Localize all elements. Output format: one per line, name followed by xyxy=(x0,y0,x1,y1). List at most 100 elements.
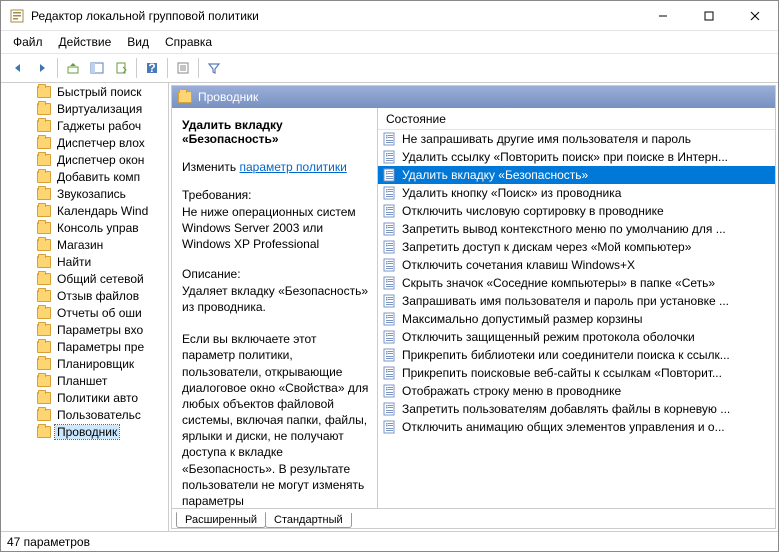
filter-button[interactable] xyxy=(203,57,225,79)
description-label: Описание: xyxy=(182,267,369,281)
policy-item[interactable]: Не запрашивать другие имя пользователя и… xyxy=(378,130,775,148)
folder-icon xyxy=(37,273,51,285)
policy-item[interactable]: Удалить кнопку «Поиск» из проводника xyxy=(378,184,775,202)
tree-item[interactable]: Диспетчер окон xyxy=(1,151,168,168)
policy-item[interactable]: Отключить защищенный режим протокола обо… xyxy=(378,328,775,346)
policy-item[interactable]: Отключить числовую сортировку в проводни… xyxy=(378,202,775,220)
requirements-label: Требования: xyxy=(182,188,369,202)
tree-item[interactable]: Параметры вхо xyxy=(1,321,168,338)
export-button[interactable] xyxy=(110,57,132,79)
tree-item-label: Политики авто xyxy=(55,391,140,405)
tree-item-label: Параметры вхо xyxy=(55,323,145,337)
folder-icon xyxy=(37,188,51,200)
description-text: Удаляет вкладку «Безопасность» из провод… xyxy=(182,283,369,508)
policy-icon xyxy=(382,365,398,381)
policy-icon xyxy=(382,239,398,255)
policy-item[interactable]: Запретить пользователям добавлять файлы … xyxy=(378,400,775,418)
properties-button[interactable] xyxy=(172,57,194,79)
tree-item[interactable]: Отчеты об оши xyxy=(1,304,168,321)
tree-item-label: Параметры пре xyxy=(55,340,146,354)
folder-icon xyxy=(37,426,51,438)
policy-item[interactable]: Запрашивать имя пользователя и пароль пр… xyxy=(378,292,775,310)
tree-item-label: Отчеты об оши xyxy=(55,306,144,320)
policy-item[interactable]: Максимально допустимый размер корзины xyxy=(378,310,775,328)
tree-item[interactable]: Проводник xyxy=(1,423,168,440)
policy-item-label: Отключить защищенный режим протокола обо… xyxy=(402,330,695,344)
policy-list[interactable]: Не запрашивать другие имя пользователя и… xyxy=(378,130,775,508)
policy-icon xyxy=(382,293,398,309)
maximize-button[interactable] xyxy=(686,1,732,31)
tree-item[interactable]: Планшет xyxy=(1,372,168,389)
tree-item[interactable]: Консоль управ xyxy=(1,219,168,236)
tab-standard[interactable]: Стандартный xyxy=(265,513,352,528)
policy-item[interactable]: Удалить ссылку «Повторить поиск» при пои… xyxy=(378,148,775,166)
close-button[interactable] xyxy=(732,1,778,31)
tree-item[interactable]: Диспетчер влох xyxy=(1,134,168,151)
policy-item-label: Отображать строку меню в проводнике xyxy=(402,384,621,398)
forward-button[interactable] xyxy=(31,57,53,79)
policy-item[interactable]: Скрыть значок «Соседние компьютеры» в па… xyxy=(378,274,775,292)
tree-item[interactable]: Добавить комп xyxy=(1,168,168,185)
tree-item[interactable]: Гаджеты рабоч xyxy=(1,117,168,134)
policy-item[interactable]: Запретить доступ к дискам через «Мой ком… xyxy=(378,238,775,256)
tree-item[interactable]: Общий сетевой xyxy=(1,270,168,287)
policy-item-label: Запретить вывод контекстного меню по умо… xyxy=(402,222,726,236)
tree-item[interactable]: Звукозапись xyxy=(1,185,168,202)
menu-help[interactable]: Справка xyxy=(157,33,220,51)
view-tabs: Расширенный Стандартный xyxy=(172,508,775,528)
policy-item[interactable]: Отключить сочетания клавиш Windows+X xyxy=(378,256,775,274)
tree-pane[interactable]: Быстрый поискВиртуализацияГаджеты рабочД… xyxy=(1,83,169,531)
policy-item[interactable]: Отображать строку меню в проводнике xyxy=(378,382,775,400)
policy-icon xyxy=(382,383,398,399)
details-pane: Проводник Удалить вкладку «Безопасность»… xyxy=(171,85,776,529)
policy-item-label: Отключить анимацию общих элементов управ… xyxy=(402,420,725,434)
policy-item[interactable]: Отключить анимацию общих элементов управ… xyxy=(378,418,775,436)
toolbar: ? xyxy=(1,53,778,83)
edit-policy-link[interactable]: параметр политики xyxy=(239,160,346,174)
folder-icon xyxy=(37,239,51,251)
tree-item[interactable]: Магазин xyxy=(1,236,168,253)
tree-item[interactable]: Политики авто xyxy=(1,389,168,406)
policy-item-label: Удалить вкладку «Безопасность» xyxy=(402,168,588,182)
folder-icon xyxy=(178,91,192,103)
folder-icon xyxy=(37,171,51,183)
status-text: 47 параметров xyxy=(7,535,90,549)
statusbar: 47 параметров xyxy=(1,531,778,551)
policy-item-label: Прикрепить библиотеки или соединители по… xyxy=(402,348,730,362)
tree-item[interactable]: Найти xyxy=(1,253,168,270)
tree-item[interactable]: Пользовательс xyxy=(1,406,168,423)
app-icon xyxy=(9,8,25,24)
show-hide-tree-button[interactable] xyxy=(86,57,108,79)
menu-file[interactable]: Файл xyxy=(5,33,51,51)
tree-item[interactable]: Календарь Wind xyxy=(1,202,168,219)
tree-item-label: Магазин xyxy=(55,238,105,252)
tree-item[interactable]: Планировщик xyxy=(1,355,168,372)
tree-item-label: Консоль управ xyxy=(55,221,141,235)
tree-item[interactable]: Виртуализация xyxy=(1,100,168,117)
tree-item[interactable]: Отзыв файлов xyxy=(1,287,168,304)
up-button[interactable] xyxy=(62,57,84,79)
tab-extended[interactable]: Расширенный xyxy=(176,512,266,528)
policy-item[interactable]: Прикрепить поисковые веб-сайты к ссылкам… xyxy=(378,364,775,382)
policy-icon xyxy=(382,167,398,183)
menu-view[interactable]: Вид xyxy=(119,33,157,51)
policy-title: Удалить вкладку «Безопасность» xyxy=(182,118,369,146)
folder-icon xyxy=(37,154,51,166)
tree-item[interactable]: Быстрый поиск xyxy=(1,83,168,100)
minimize-button[interactable] xyxy=(640,1,686,31)
tree-item-label: Планировщик xyxy=(55,357,136,371)
policy-item[interactable]: Удалить вкладку «Безопасность» xyxy=(378,166,775,184)
tree-item[interactable]: Параметры пре xyxy=(1,338,168,355)
folder-icon xyxy=(37,120,51,132)
edit-label: Изменить xyxy=(182,160,236,174)
policy-icon xyxy=(382,185,398,201)
help-button[interactable]: ? xyxy=(141,57,163,79)
policy-item[interactable]: Запретить вывод контекстного меню по умо… xyxy=(378,220,775,238)
column-header-state[interactable]: Состояние xyxy=(378,108,775,130)
policy-item-label: Удалить ссылку «Повторить поиск» при пои… xyxy=(402,150,728,164)
back-button[interactable] xyxy=(7,57,29,79)
policy-item[interactable]: Прикрепить библиотеки или соединители по… xyxy=(378,346,775,364)
policy-item-label: Отключить числовую сортировку в проводни… xyxy=(402,204,664,218)
menu-action[interactable]: Действие xyxy=(51,33,120,51)
folder-icon xyxy=(37,358,51,370)
